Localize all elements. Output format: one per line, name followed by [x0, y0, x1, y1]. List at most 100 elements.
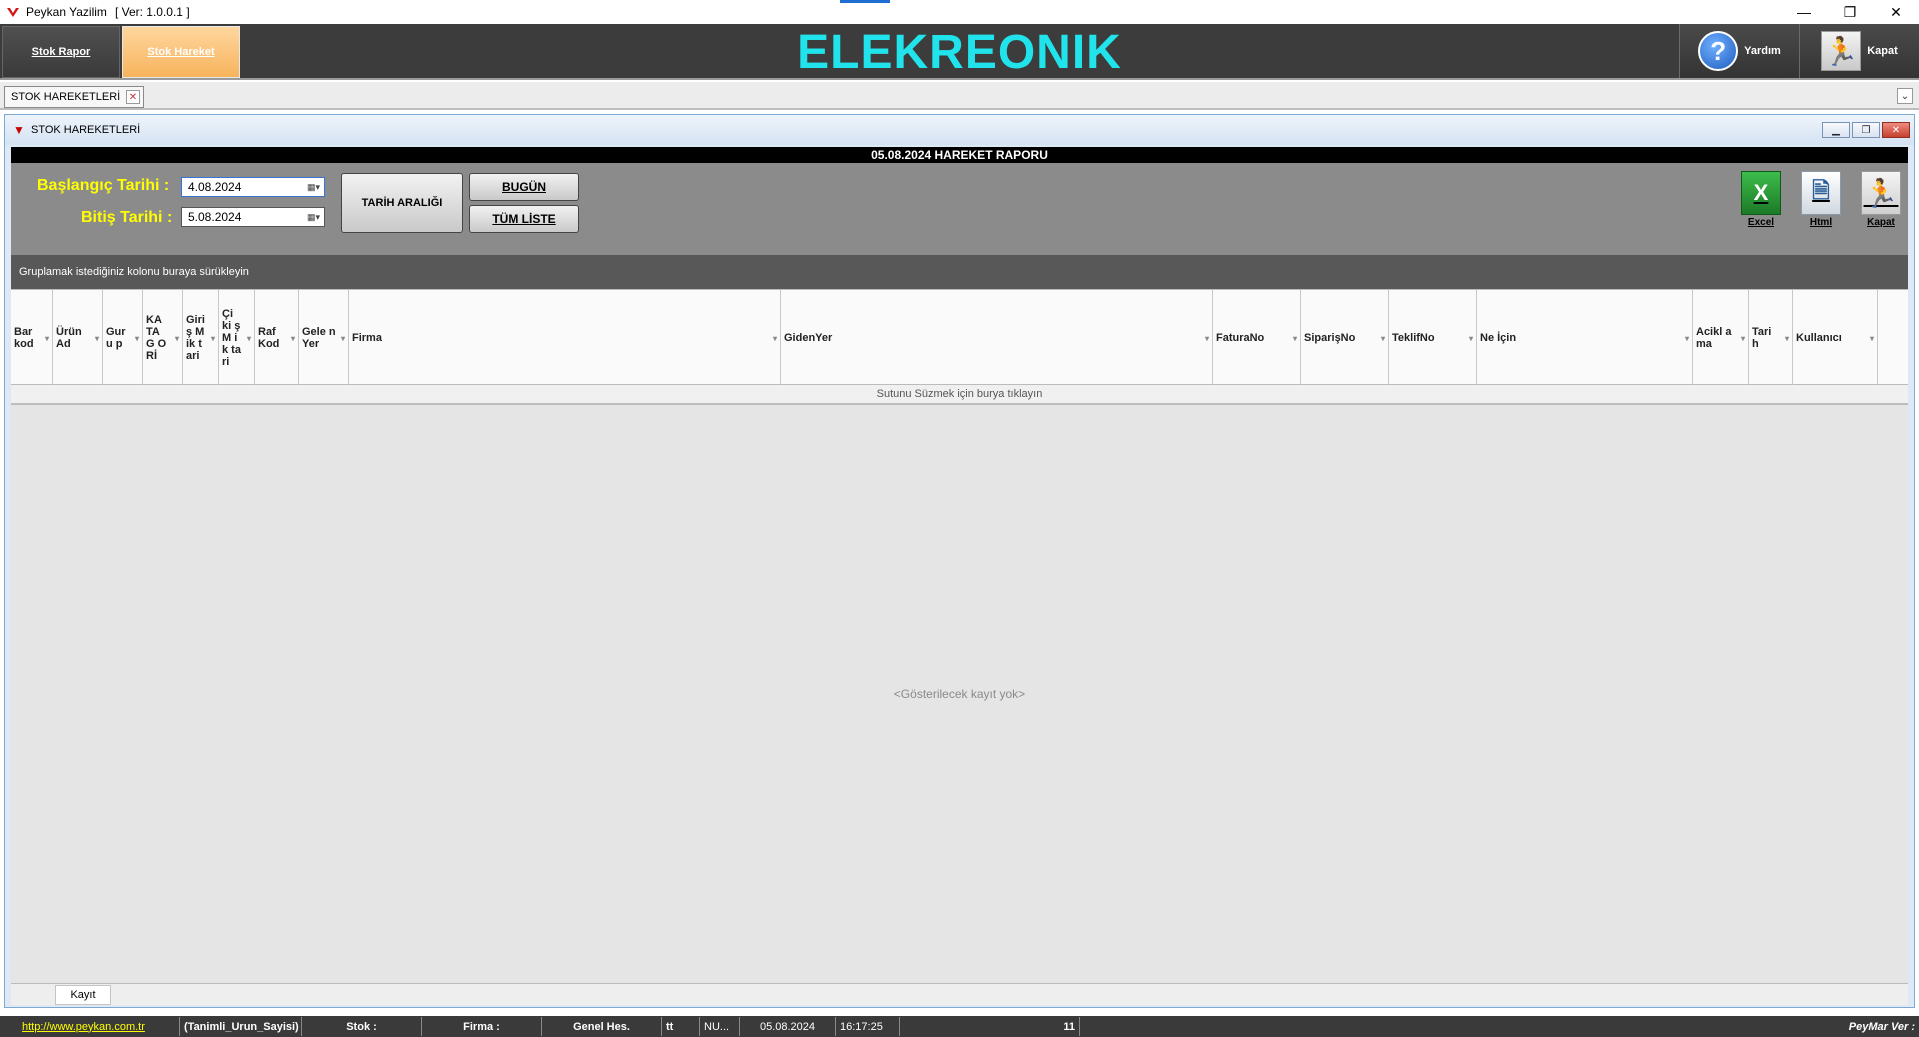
nav-stok-rapor[interactable]: Stok Rapor	[2, 26, 120, 78]
close-window-button[interactable]: ✕	[1873, 0, 1919, 24]
column-filter-row[interactable]: Sutunu Süzmek için burya tıklayın	[11, 385, 1908, 405]
sort-dropdown-icon[interactable]: ▾	[341, 333, 345, 345]
column-barkod[interactable]: Bar kod ▾	[11, 290, 53, 386]
column-aciklama[interactable]: Acikl ama ▾	[1693, 290, 1749, 386]
website-link[interactable]: http://www.peykan.com.tr	[22, 1021, 145, 1033]
column-cikis-miktari[interactable]: Çi ki ş M ik ta ri ▾	[219, 290, 255, 386]
sort-dropdown-icon[interactable]: ▾	[773, 333, 777, 345]
start-date-field[interactable]: 4.08.2024 ▦▾	[181, 177, 325, 197]
sort-dropdown-icon[interactable]: ▾	[135, 333, 139, 345]
column-label: Gele nYer	[302, 326, 336, 350]
sort-dropdown-icon[interactable]: ▾	[45, 333, 49, 345]
column-label: Giri ş Mik tari	[186, 314, 205, 362]
child-close-button[interactable]: ✕	[1882, 122, 1910, 138]
grid-header: Bar kod ▾ Ürün Ad ▾ Guru p ▾ KA TA G O Rİ ▾ …	[11, 289, 1908, 386]
sort-dropdown-icon[interactable]: ▾	[1205, 333, 1209, 345]
sort-dropdown-icon[interactable]: ▾	[1381, 333, 1385, 345]
status-genel-hes: Genel Hes.	[542, 1017, 662, 1036]
end-date-label: Bitiş Tarihi :	[81, 209, 173, 226]
window-controls: — ❐ ✕	[1781, 0, 1919, 24]
column-giris-miktari[interactable]: Giri ş Mik tari ▾	[183, 290, 219, 386]
peykan-logo-icon: ▼	[13, 123, 25, 137]
column-label: KA TA G O Rİ	[146, 314, 167, 362]
minimize-button[interactable]: —	[1781, 0, 1827, 24]
sort-dropdown-icon[interactable]: ▾	[95, 333, 99, 345]
peykan-logo-icon	[6, 5, 20, 19]
app-close-button[interactable]: 🏃 Kapat	[1799, 24, 1919, 78]
excel-label: Excel	[1747, 217, 1775, 228]
sort-dropdown-icon[interactable]: ▾	[1870, 333, 1874, 345]
column-ne-icin[interactable]: Ne İçin ▾	[1477, 290, 1693, 386]
export-html-button[interactable]: 🗎 Html	[1797, 171, 1845, 239]
child-window-title: STOK HAREKETLERİ	[31, 124, 141, 136]
sort-dropdown-icon[interactable]: ▾	[291, 333, 295, 345]
group-by-panel[interactable]: Gruplamak istediğiniz kolonu buraya sürü…	[11, 255, 1908, 289]
calendar-dropdown-icon[interactable]: ▦▾	[300, 211, 320, 223]
column-label: Kullanıcı	[1796, 332, 1842, 344]
app-close-label: Kapat	[1867, 45, 1898, 57]
grid-body: <Gösterilecek kayıt yok>	[11, 407, 1908, 981]
status-stok: Stok :	[302, 1017, 422, 1036]
html-document-icon: 🗎	[1801, 171, 1841, 215]
close-report-button[interactable]: 🏃 Kapat	[1857, 171, 1905, 239]
status-count: 11	[900, 1017, 1080, 1036]
sort-dropdown-icon[interactable]: ▾	[1469, 333, 1473, 345]
column-teklif-no[interactable]: TeklifNo ▾	[1389, 290, 1477, 386]
sort-dropdown-icon[interactable]: ▾	[247, 333, 251, 345]
tab-label: STOK HAREKETLERİ	[11, 91, 121, 103]
website-cell: http://www.peykan.com.tr	[0, 1017, 180, 1036]
column-gelen-yer[interactable]: Gele nYer ▾	[299, 290, 349, 386]
child-minimize-button[interactable]: ▁	[1822, 122, 1850, 138]
export-excel-button[interactable]: X Excel	[1737, 171, 1785, 239]
column-label: GidenYer	[784, 332, 833, 344]
document-tabstrip: STOK HAREKETLERİ ✕ ⌄	[0, 82, 1919, 110]
brand-title: ELEKREONIK	[797, 25, 1122, 79]
column-label: TeklifNo	[1392, 332, 1435, 344]
date-range-button[interactable]: TARİH ARALIĞI	[341, 173, 463, 233]
child-window-titlebar: ▼ STOK HAREKETLERİ	[5, 115, 1914, 145]
calendar-dropdown-icon[interactable]: ▦▾	[300, 181, 320, 193]
end-date-field[interactable]: 5.08.2024 ▦▾	[181, 207, 325, 227]
column-siparis-no[interactable]: SiparişNo ▾	[1301, 290, 1389, 386]
start-date-label: Başlangıç Tarihi :	[37, 177, 170, 194]
sort-dropdown-icon[interactable]: ▾	[1741, 333, 1745, 345]
chevron-down-icon[interactable]: ⌄	[1897, 88, 1913, 104]
sort-dropdown-icon[interactable]: ▾	[211, 333, 215, 345]
sort-dropdown-icon[interactable]: ▾	[1293, 333, 1297, 345]
sort-dropdown-icon[interactable]: ▾	[1785, 333, 1789, 345]
column-giden-yer[interactable]: GidenYer ▾	[781, 290, 1213, 386]
app-header: Stok Rapor Stok Hareket ELEKREONIK ? Yar…	[0, 24, 1919, 80]
record-count-cell: Kayıt	[55, 985, 111, 1005]
tab-close-icon[interactable]: ✕	[126, 90, 140, 104]
column-kullanici[interactable]: Kullanıcı ▾	[1793, 290, 1878, 386]
column-firma[interactable]: Firma ▾	[349, 290, 781, 386]
column-grup[interactable]: Guru p ▾	[103, 290, 143, 386]
help-button[interactable]: ? Yardım	[1679, 24, 1799, 78]
start-date-value: 4.08.2024	[188, 180, 242, 194]
running-man-icon: 🏃	[1861, 171, 1901, 215]
sort-dropdown-icon[interactable]: ▾	[175, 333, 179, 345]
sort-dropdown-icon[interactable]: ▾	[1685, 333, 1689, 345]
column-urun-ad[interactable]: Ürün Ad ▾	[53, 290, 103, 386]
tab-stok-hareketleri[interactable]: STOK HAREKETLERİ ✕	[4, 86, 144, 108]
restore-button[interactable]: ❐	[1827, 0, 1873, 24]
column-raf-kod[interactable]: Raf Kod ▾	[255, 290, 299, 386]
report-title: 05.08.2024 HAREKET RAPORU	[11, 147, 1908, 163]
column-fatura-no[interactable]: FaturaNo ▾	[1213, 290, 1301, 386]
header-actions: ? Yardım 🏃 Kapat	[1679, 24, 1919, 80]
all-list-button[interactable]: TÜM LİSTE	[469, 205, 579, 233]
nav-stok-hareket[interactable]: Stok Hareket	[122, 26, 240, 78]
column-kategori[interactable]: KA TA G O Rİ ▾	[143, 290, 183, 386]
column-label: Acikl ama	[1696, 326, 1732, 350]
titlebar-accent	[840, 0, 890, 3]
grid-footer: Kayıt	[11, 983, 1908, 1005]
child-restore-button[interactable]: ❐	[1852, 122, 1880, 138]
column-label: Guru p	[106, 326, 126, 350]
excel-icon: X	[1741, 171, 1781, 215]
app-version: [ Ver: 1.0.0.1 ]	[114, 5, 190, 19]
html-label: Html	[1809, 217, 1833, 228]
column-label: Çi ki ş M ik ta ri	[222, 308, 241, 368]
column-tarih[interactable]: Tari h ▾	[1749, 290, 1793, 386]
status-urun-sayisi: (Tanimli_Urun_Sayisi)	[180, 1017, 302, 1036]
today-button[interactable]: BUGÜN	[469, 173, 579, 201]
